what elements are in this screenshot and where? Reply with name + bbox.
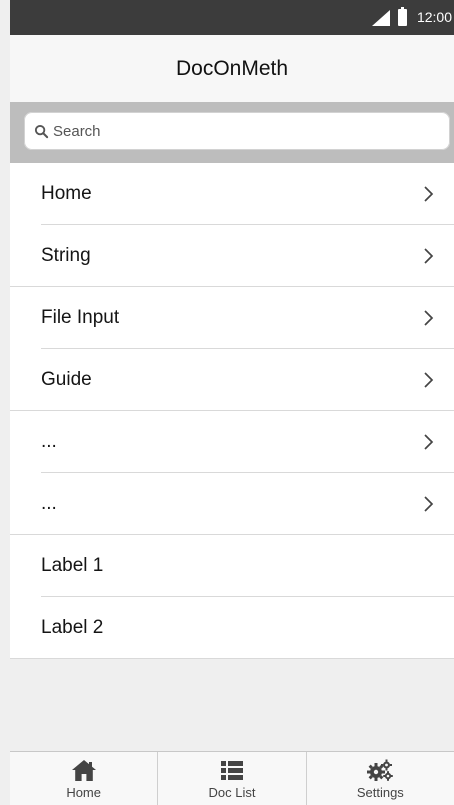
menu-item-ellipsis-1[interactable]: ... [10, 411, 454, 473]
menu-item-label: Guide [41, 369, 92, 390]
label-text: Label 2 [41, 617, 104, 638]
status-time: 12:00 [416, 9, 452, 25]
search-input[interactable]: Search [24, 112, 450, 150]
chevron-right-icon [424, 372, 434, 388]
chevron-right-icon [424, 248, 434, 264]
page-title: DocOnMeth [175, 56, 289, 80]
menu-item-guide[interactable]: Guide [10, 349, 454, 411]
menu-item-ellipsis-2[interactable]: ... [10, 473, 454, 535]
search-placeholder: Search [53, 122, 101, 140]
label-row-2: Label 2 [10, 597, 454, 659]
signal-icon [371, 9, 390, 26]
menu-item-label: ... [41, 431, 57, 452]
search-icon [34, 124, 49, 138]
menu-item-label: String [41, 245, 91, 266]
menu-item-label: ... [41, 493, 57, 514]
menu-item-label: Home [41, 183, 92, 204]
chevron-right-icon [424, 434, 434, 450]
menu-item-label: File Input [41, 307, 120, 328]
menu-item-home[interactable]: Home [10, 163, 454, 225]
nav-tab-home[interactable]: Home [10, 752, 157, 805]
nav-tab-settings[interactable]: Settings [305, 752, 454, 805]
nav-tab-doc-list[interactable]: Doc List [157, 752, 305, 805]
search-bar: Search [10, 102, 454, 163]
list-icon [220, 761, 243, 780]
gears-icon [367, 759, 394, 781]
menu-list: Home String File Input Guide ... ... Lab… [10, 163, 454, 659]
menu-item-string[interactable]: String [10, 225, 454, 287]
menu-item-file-input[interactable]: File Input [10, 287, 454, 349]
chevron-right-icon [424, 310, 434, 326]
app-header: DocOnMeth [10, 35, 454, 102]
label-row-1: Label 1 [10, 535, 454, 597]
label-text: Label 1 [41, 555, 104, 576]
status-indicators: 12:00 [371, 7, 452, 26]
nav-label-settings: Settings [356, 785, 404, 800]
home-icon [71, 760, 96, 781]
status-bar: 12:00 [10, 0, 454, 35]
chevron-right-icon [424, 186, 434, 202]
nav-label-doc-list: Doc List [208, 785, 256, 800]
nav-label-home: Home [66, 785, 101, 800]
bottom-navigation: Home Doc List Settings [10, 751, 454, 805]
chevron-right-icon [424, 496, 434, 512]
battery-icon [397, 7, 407, 26]
